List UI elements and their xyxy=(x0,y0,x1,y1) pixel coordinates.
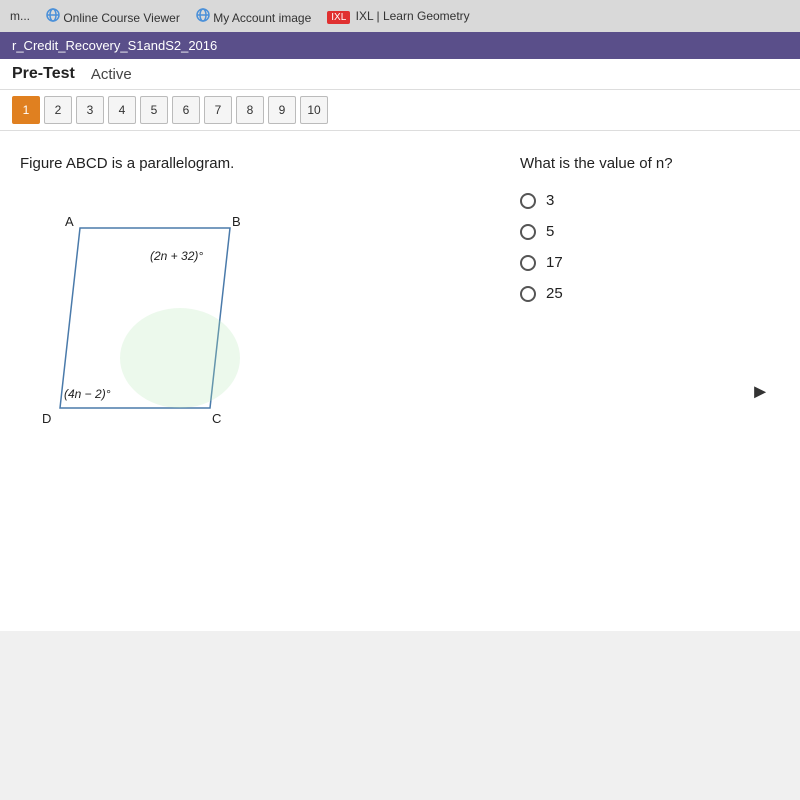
option-25[interactable]: 25 xyxy=(520,285,780,302)
parallelogram-svg: A B C D (2n + 32)° (4n − 2)° xyxy=(20,188,280,468)
right-panel: What is the value of n? 3 5 17 25 ► xyxy=(520,155,780,607)
question-text: What is the value of n? xyxy=(520,155,780,172)
question-tab-5[interactable]: 5 xyxy=(140,96,168,124)
question-tab-7[interactable]: 7 xyxy=(204,96,232,124)
watermark xyxy=(120,308,240,408)
radio-17[interactable] xyxy=(520,255,536,271)
question-tab-1[interactable]: 1 xyxy=(12,96,40,124)
option-5-label: 5 xyxy=(546,223,554,240)
question-tabs: 12345678910 xyxy=(0,90,800,131)
question-tab-8[interactable]: 8 xyxy=(236,96,264,124)
active-status: Active xyxy=(91,66,132,83)
vertex-c: C xyxy=(212,411,221,426)
option-17-label: 17 xyxy=(546,254,563,271)
vertex-a: A xyxy=(65,214,74,229)
angle-b-label: (2n + 32)° xyxy=(150,249,203,263)
option-17[interactable]: 17 xyxy=(520,254,780,271)
question-tab-2[interactable]: 2 xyxy=(44,96,72,124)
page-header: r_Credit_Recovery_S1andS2_2016 xyxy=(0,32,800,59)
radio-25[interactable] xyxy=(520,286,536,302)
browser-tab-ocv[interactable]: Online Course Viewer xyxy=(46,8,180,25)
pretest-bar: Pre-Test Active xyxy=(0,59,800,90)
question-tab-3[interactable]: 3 xyxy=(76,96,104,124)
question-tab-10[interactable]: 10 xyxy=(300,96,328,124)
vertex-b: B xyxy=(232,214,241,229)
option-25-label: 25 xyxy=(546,285,563,302)
radio-5[interactable] xyxy=(520,224,536,240)
question-tab-4[interactable]: 4 xyxy=(108,96,136,124)
browser-bar: m... Online Course Viewer My Account ima… xyxy=(0,0,800,32)
figure-title: Figure ABCD is a parallelogram. xyxy=(20,155,480,172)
page-path: r_Credit_Recovery_S1andS2_2016 xyxy=(12,38,217,53)
cursor-arrow: ► xyxy=(750,381,770,404)
answer-options: 3 5 17 25 xyxy=(520,192,780,302)
browser-tab-ixl[interactable]: IXL IXL | Learn Geometry xyxy=(327,9,469,24)
question-tab-6[interactable]: 6 xyxy=(172,96,200,124)
vertex-d: D xyxy=(42,411,51,426)
question-tab-9[interactable]: 9 xyxy=(268,96,296,124)
left-panel: Figure ABCD is a parallelogram. A B C D … xyxy=(20,155,480,607)
angle-d-label: (4n − 2)° xyxy=(64,387,111,401)
option-3-label: 3 xyxy=(546,192,554,209)
content-area: Figure ABCD is a parallelogram. A B C D … xyxy=(0,131,800,631)
browser-tab-m[interactable]: m... xyxy=(10,9,30,23)
browser-tab-account[interactable]: My Account image xyxy=(196,8,311,25)
figure-container: A B C D (2n + 32)° (4n − 2)° xyxy=(20,188,300,468)
option-5[interactable]: 5 xyxy=(520,223,780,240)
radio-3[interactable] xyxy=(520,193,536,209)
option-3[interactable]: 3 xyxy=(520,192,780,209)
pretest-label: Pre-Test xyxy=(12,65,75,83)
